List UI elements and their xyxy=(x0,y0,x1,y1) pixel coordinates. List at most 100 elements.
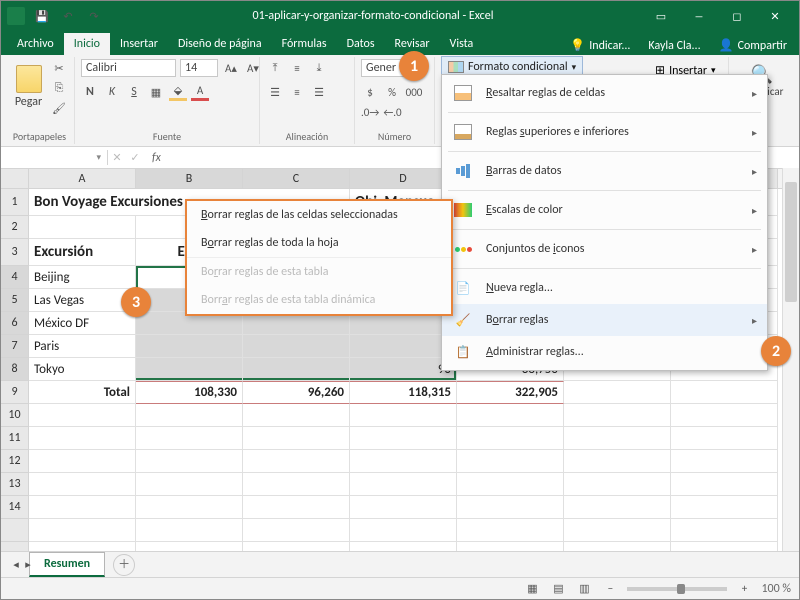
close-button[interactable]: ✕ xyxy=(757,5,793,27)
font-name-combo[interactable] xyxy=(81,59,176,77)
fx-icon[interactable]: fx xyxy=(144,151,169,165)
align-middle-icon[interactable]: ≡ xyxy=(288,59,306,77)
font-size-combo[interactable] xyxy=(180,59,218,77)
align-center-icon[interactable]: ≡ xyxy=(288,83,306,101)
new-sheet-button[interactable]: ＋ xyxy=(113,554,135,576)
clear-rules-entire-sheet[interactable]: Borrar reglas de toda la hoja xyxy=(187,229,451,257)
font-color-icon[interactable]: A xyxy=(191,83,209,101)
tab-inicio[interactable]: Inicio xyxy=(64,33,110,55)
row-8[interactable]: 8 xyxy=(1,358,29,381)
view-page-layout-icon[interactable]: ▤ xyxy=(549,580,567,598)
borders-icon[interactable]: ▦ xyxy=(147,83,165,101)
row-2[interactable]: 2 xyxy=(1,216,29,239)
clear-rules-selected-cells[interactable]: Borrar reglas de las celdas seleccionada… xyxy=(187,201,451,229)
row-1[interactable]: 1 xyxy=(1,189,29,216)
row-13[interactable]: 13 xyxy=(1,473,29,496)
row-9[interactable]: 9 xyxy=(1,381,29,404)
cell-D9[interactable]: 118,315 xyxy=(350,381,457,404)
menu-new-rule[interactable]: 📄Nueva regla... xyxy=(442,272,767,304)
tab-datos[interactable]: Datos xyxy=(337,33,385,55)
menu-manage-rules[interactable]: 📋Administrar reglas... xyxy=(442,336,767,368)
select-all-corner[interactable] xyxy=(1,169,29,188)
col-C[interactable]: C xyxy=(243,169,350,188)
share-label: Compartir xyxy=(738,39,787,53)
row-6[interactable]: 6 xyxy=(1,312,29,335)
cell-A9[interactable]: Total xyxy=(29,381,136,404)
zoom-level[interactable]: 100 % xyxy=(761,582,791,596)
save-icon[interactable]: 💾 xyxy=(33,7,51,25)
format-painter-icon[interactable]: 🖌 xyxy=(50,99,68,117)
cell-A4[interactable]: Beijing xyxy=(29,266,136,289)
account-user[interactable]: Kayla Cla... xyxy=(642,37,706,55)
grow-font-icon[interactable]: A▴ xyxy=(222,59,240,77)
manage-rules-icon: 📋 xyxy=(452,342,474,362)
paste-button[interactable]: Pegar xyxy=(11,59,46,115)
bold-icon[interactable]: N xyxy=(81,83,99,101)
menu-clear-rules[interactable]: 🧹Borrar reglas▸ xyxy=(442,304,767,336)
cell-A5[interactable]: Las Vegas xyxy=(29,289,136,312)
tab-diseno[interactable]: Diseño de página xyxy=(168,33,272,55)
col-B[interactable]: B xyxy=(136,169,243,188)
enter-formula-icon[interactable]: ✓ xyxy=(126,149,144,167)
cell-A7[interactable]: Paris xyxy=(29,335,136,358)
increase-decimal-icon[interactable]: .0→ xyxy=(361,103,379,121)
menu-icon-sets[interactable]: Conjuntos de iconos▸ xyxy=(442,233,767,265)
cut-icon[interactable]: ✂ xyxy=(50,59,68,77)
tab-formulas[interactable]: Fórmulas xyxy=(272,33,337,55)
menu-data-bars[interactable]: Barras de datos▸ xyxy=(442,155,767,187)
tab-archivo[interactable]: Archivo xyxy=(7,33,64,55)
percent-icon[interactable]: % xyxy=(383,83,401,101)
cell-A6[interactable]: México DF xyxy=(29,312,136,335)
row-14[interactable]: 14 xyxy=(1,496,29,519)
view-page-break-icon[interactable]: ▥ xyxy=(575,580,593,598)
undo-icon[interactable]: ↶ xyxy=(59,7,77,25)
maximize-button[interactable]: ◻ xyxy=(719,5,755,27)
scrollbar-thumb[interactable] xyxy=(785,182,797,302)
fill-color-icon[interactable]: ⬙ xyxy=(169,83,187,101)
zoom-out-icon[interactable]: − xyxy=(601,580,619,598)
sheet-tab-resumen[interactable]: Resumen xyxy=(29,552,105,577)
align-right-icon[interactable]: ☰ xyxy=(310,83,328,101)
cell-A3[interactable]: Excursión xyxy=(29,239,136,266)
menu-color-scales[interactable]: Escalas de color▸ xyxy=(442,194,767,226)
italic-icon[interactable]: K xyxy=(103,83,121,101)
redo-icon[interactable]: ↷ xyxy=(85,7,103,25)
tab-vista[interactable]: Vista xyxy=(440,33,484,55)
copy-icon[interactable]: ⎘ xyxy=(50,79,68,97)
align-bottom-icon[interactable]: ⤓ xyxy=(310,59,328,77)
col-A[interactable]: A xyxy=(29,169,136,188)
row-5[interactable]: 5 xyxy=(1,289,29,312)
menu-highlight-cells-rules[interactable]: RResaltar reglas de celdasesaltar reglas… xyxy=(442,77,767,109)
cell-E9[interactable]: 322,905 xyxy=(457,381,564,404)
ribbon-options-icon[interactable]: ▭ xyxy=(643,5,679,27)
share-button[interactable]: 👤 Compartir xyxy=(713,36,793,55)
cell-B9[interactable]: 108,330 xyxy=(136,381,243,404)
zoom-in-icon[interactable]: + xyxy=(735,580,753,598)
cell-A8[interactable]: Tokyo xyxy=(29,358,136,381)
name-box[interactable]: ▾ xyxy=(1,150,108,165)
row-12[interactable]: 12 xyxy=(1,450,29,473)
tab-insertar[interactable]: Insertar xyxy=(110,33,168,55)
align-top-icon[interactable]: ⤒ xyxy=(266,59,284,77)
comma-icon[interactable]: 000 xyxy=(405,83,423,101)
menu-top-bottom-rules[interactable]: Reglas superiores e inferiores▸ xyxy=(442,116,767,148)
minimize-button[interactable]: ― xyxy=(681,5,717,27)
align-left-icon[interactable]: ☰ xyxy=(266,83,284,101)
cell-C9[interactable]: 96,260 xyxy=(243,381,350,404)
sheet-nav-next-icon[interactable]: ▸ xyxy=(19,556,37,574)
row-11[interactable]: 11 xyxy=(1,427,29,450)
accounting-icon[interactable]: $ xyxy=(361,83,379,101)
sheet-tab-bar: ◂ ▸ Resumen ＋ xyxy=(1,551,799,577)
zoom-slider[interactable] xyxy=(627,587,727,591)
tell-me[interactable]: 💡 Indicar... xyxy=(564,36,636,55)
conditional-formatting-icon xyxy=(448,61,464,73)
view-normal-icon[interactable]: ▦ xyxy=(523,580,541,598)
underline-icon[interactable]: S xyxy=(125,83,143,101)
excel-icon xyxy=(7,7,25,25)
cancel-formula-icon[interactable]: ✕ xyxy=(108,149,126,167)
row-10[interactable]: 10 xyxy=(1,404,29,427)
decrease-decimal-icon[interactable]: ←.0 xyxy=(383,103,401,121)
row-3[interactable]: 3 xyxy=(1,239,29,266)
row-4[interactable]: 4 xyxy=(1,266,29,289)
row-7[interactable]: 7 xyxy=(1,335,29,358)
